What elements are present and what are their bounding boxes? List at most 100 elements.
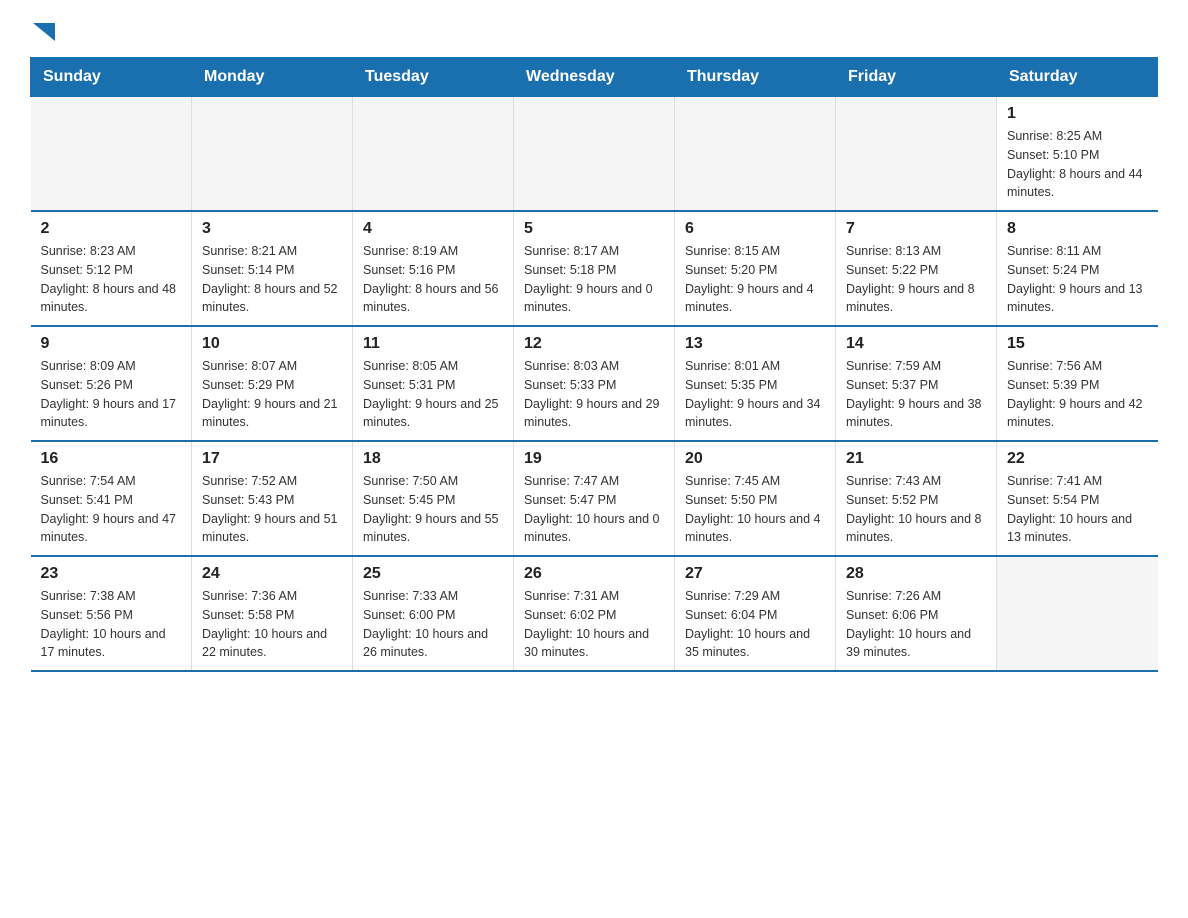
calendar-cell: 2 Sunrise: 8:23 AMSunset: 5:12 PMDaylight… — [31, 211, 192, 326]
day-number: 24 — [202, 565, 342, 583]
calendar-cell: 7 Sunrise: 8:13 AMSunset: 5:22 PMDaylight… — [836, 211, 997, 326]
calendar-cell: 21 Sunrise: 7:43 AMSunset: 5:52 PMDayligh… — [836, 441, 997, 556]
day-info: Sunrise: 8:21 AMSunset: 5:14 PMDaylight:… — [202, 242, 342, 317]
day-number: 13 — [685, 335, 825, 353]
calendar-table: Sunday Monday Tuesday Wednesday Thursday… — [30, 57, 1158, 672]
calendar-cell: 11Sunrise: 8:05 AMSunset: 5:31 PMDayligh… — [353, 326, 514, 441]
header-monday: Monday — [192, 58, 353, 97]
day-info: Sunrise: 8:17 AMSunset: 5:18 PMDaylight:… — [524, 242, 664, 317]
calendar-cell: 20 Sunrise: 7:45 AMSunset: 5:50 PMDayligh… — [675, 441, 836, 556]
day-info: Sunrise: 7:45 AMSunset: 5:50 PMDaylight:… — [685, 472, 825, 547]
day-number: 27 — [685, 565, 825, 583]
calendar-cell: 18 Sunrise: 7:50 AMSunset: 5:45 PMDayligh… — [353, 441, 514, 556]
calendar-cell — [31, 97, 192, 212]
day-info: Sunrise: 7:56 AMSunset: 5:39 PMDaylight:… — [1007, 357, 1148, 432]
day-info: Sunrise: 8:13 AMSunset: 5:22 PMDaylight:… — [846, 242, 986, 317]
day-info: Sunrise: 8:05 AMSunset: 5:31 PMDaylight:… — [363, 357, 503, 432]
day-info: Sunrise: 7:31 AMSunset: 6:02 PMDaylight:… — [524, 587, 664, 662]
day-number: 20 — [685, 450, 825, 468]
day-info: Sunrise: 8:23 AMSunset: 5:12 PMDaylight:… — [41, 242, 182, 317]
day-number: 26 — [524, 565, 664, 583]
day-number: 21 — [846, 450, 986, 468]
header-saturday: Saturday — [997, 58, 1158, 97]
day-number: 1 — [1007, 105, 1148, 123]
calendar-cell: 27 Sunrise: 7:29 AMSunset: 6:04 PMDayligh… — [675, 556, 836, 671]
calendar-cell — [514, 97, 675, 212]
calendar-cell — [997, 556, 1158, 671]
week-row-5: 23 Sunrise: 7:38 AMSunset: 5:56 PMDayligh… — [31, 556, 1158, 671]
day-number: 2 — [41, 220, 182, 238]
day-info: Sunrise: 8:15 AMSunset: 5:20 PMDaylight:… — [685, 242, 825, 317]
day-info: Sunrise: 8:07 AMSunset: 5:29 PMDaylight:… — [202, 357, 342, 432]
header-wednesday: Wednesday — [514, 58, 675, 97]
calendar-cell: 12 Sunrise: 8:03 AMSunset: 5:33 PMDayligh… — [514, 326, 675, 441]
calendar-cell: 28Sunrise: 7:26 AMSunset: 6:06 PMDayligh… — [836, 556, 997, 671]
header-friday: Friday — [836, 58, 997, 97]
day-number: 12 — [524, 335, 664, 353]
calendar-cell: 6 Sunrise: 8:15 AMSunset: 5:20 PMDaylight… — [675, 211, 836, 326]
day-number: 16 — [41, 450, 182, 468]
day-number: 5 — [524, 220, 664, 238]
day-number: 19 — [524, 450, 664, 468]
week-row-2: 2 Sunrise: 8:23 AMSunset: 5:12 PMDaylight… — [31, 211, 1158, 326]
calendar-cell: 10 Sunrise: 8:07 AMSunset: 5:29 PMDayligh… — [192, 326, 353, 441]
day-number: 3 — [202, 220, 342, 238]
day-info: Sunrise: 7:50 AMSunset: 5:45 PMDaylight:… — [363, 472, 503, 547]
day-info: Sunrise: 7:47 AMSunset: 5:47 PMDaylight:… — [524, 472, 664, 547]
calendar-cell: 5 Sunrise: 8:17 AMSunset: 5:18 PMDaylight… — [514, 211, 675, 326]
calendar-cell: 26 Sunrise: 7:31 AMSunset: 6:02 PMDayligh… — [514, 556, 675, 671]
day-info: Sunrise: 8:01 AMSunset: 5:35 PMDaylight:… — [685, 357, 825, 432]
calendar-cell — [675, 97, 836, 212]
day-info: Sunrise: 7:41 AMSunset: 5:54 PMDaylight:… — [1007, 472, 1148, 547]
calendar-cell: 4 Sunrise: 8:19 AMSunset: 5:16 PMDaylight… — [353, 211, 514, 326]
calendar-cell — [836, 97, 997, 212]
day-info: Sunrise: 8:25 AMSunset: 5:10 PMDaylight:… — [1007, 127, 1148, 202]
calendar-cell: 8 Sunrise: 8:11 AMSunset: 5:24 PMDaylight… — [997, 211, 1158, 326]
calendar-cell: 22 Sunrise: 7:41 AMSunset: 5:54 PMDayligh… — [997, 441, 1158, 556]
week-row-4: 16 Sunrise: 7:54 AMSunset: 5:41 PMDayligh… — [31, 441, 1158, 556]
day-info: Sunrise: 8:09 AMSunset: 5:26 PMDaylight:… — [41, 357, 182, 432]
day-info: Sunrise: 7:29 AMSunset: 6:04 PMDaylight:… — [685, 587, 825, 662]
day-info: Sunrise: 8:03 AMSunset: 5:33 PMDaylight:… — [524, 357, 664, 432]
calendar-cell: 17Sunrise: 7:52 AMSunset: 5:43 PMDayligh… — [192, 441, 353, 556]
day-number: 22 — [1007, 450, 1148, 468]
day-number: 7 — [846, 220, 986, 238]
week-row-3: 9 Sunrise: 8:09 AMSunset: 5:26 PMDaylight… — [31, 326, 1158, 441]
calendar-cell: 9 Sunrise: 8:09 AMSunset: 5:26 PMDaylight… — [31, 326, 192, 441]
day-number: 23 — [41, 565, 182, 583]
calendar-cell: 14 Sunrise: 7:59 AMSunset: 5:37 PMDayligh… — [836, 326, 997, 441]
day-number: 9 — [41, 335, 182, 353]
day-number: 17 — [202, 450, 342, 468]
calendar-cell: 24 Sunrise: 7:36 AMSunset: 5:58 PMDayligh… — [192, 556, 353, 671]
logo-arrow-icon — [33, 23, 55, 41]
calendar-cell: 1 Sunrise: 8:25 AMSunset: 5:10 PMDaylight… — [997, 97, 1158, 212]
day-info: Sunrise: 7:38 AMSunset: 5:56 PMDaylight:… — [41, 587, 182, 662]
day-info: Sunrise: 8:19 AMSunset: 5:16 PMDaylight:… — [363, 242, 503, 317]
day-info: Sunrise: 7:59 AMSunset: 5:37 PMDaylight:… — [846, 357, 986, 432]
day-info: Sunrise: 7:54 AMSunset: 5:41 PMDaylight:… — [41, 472, 182, 547]
day-number: 25 — [363, 565, 503, 583]
day-number: 18 — [363, 450, 503, 468]
calendar-cell: 16 Sunrise: 7:54 AMSunset: 5:41 PMDayligh… — [31, 441, 192, 556]
day-info: Sunrise: 7:36 AMSunset: 5:58 PMDaylight:… — [202, 587, 342, 662]
calendar-cell: 19 Sunrise: 7:47 AMSunset: 5:47 PMDayligh… — [514, 441, 675, 556]
day-number: 15 — [1007, 335, 1148, 353]
day-number: 28 — [846, 565, 986, 583]
day-info: Sunrise: 7:43 AMSunset: 5:52 PMDaylight:… — [846, 472, 986, 547]
day-number: 8 — [1007, 220, 1148, 238]
day-number: 14 — [846, 335, 986, 353]
day-info: Sunrise: 7:33 AMSunset: 6:00 PMDaylight:… — [363, 587, 503, 662]
calendar-cell — [353, 97, 514, 212]
day-number: 6 — [685, 220, 825, 238]
weekday-header-row: Sunday Monday Tuesday Wednesday Thursday… — [31, 58, 1158, 97]
logo — [30, 20, 55, 37]
calendar-cell: 15 Sunrise: 7:56 AMSunset: 5:39 PMDayligh… — [997, 326, 1158, 441]
day-number: 10 — [202, 335, 342, 353]
header-tuesday: Tuesday — [353, 58, 514, 97]
week-row-1: 1 Sunrise: 8:25 AMSunset: 5:10 PMDaylight… — [31, 97, 1158, 212]
calendar-cell: 25 Sunrise: 7:33 AMSunset: 6:00 PMDayligh… — [353, 556, 514, 671]
calendar-cell: 13 Sunrise: 8:01 AMSunset: 5:35 PMDayligh… — [675, 326, 836, 441]
header-sunday: Sunday — [31, 58, 192, 97]
day-number: 4 — [363, 220, 503, 238]
day-info: Sunrise: 8:11 AMSunset: 5:24 PMDaylight:… — [1007, 242, 1148, 317]
